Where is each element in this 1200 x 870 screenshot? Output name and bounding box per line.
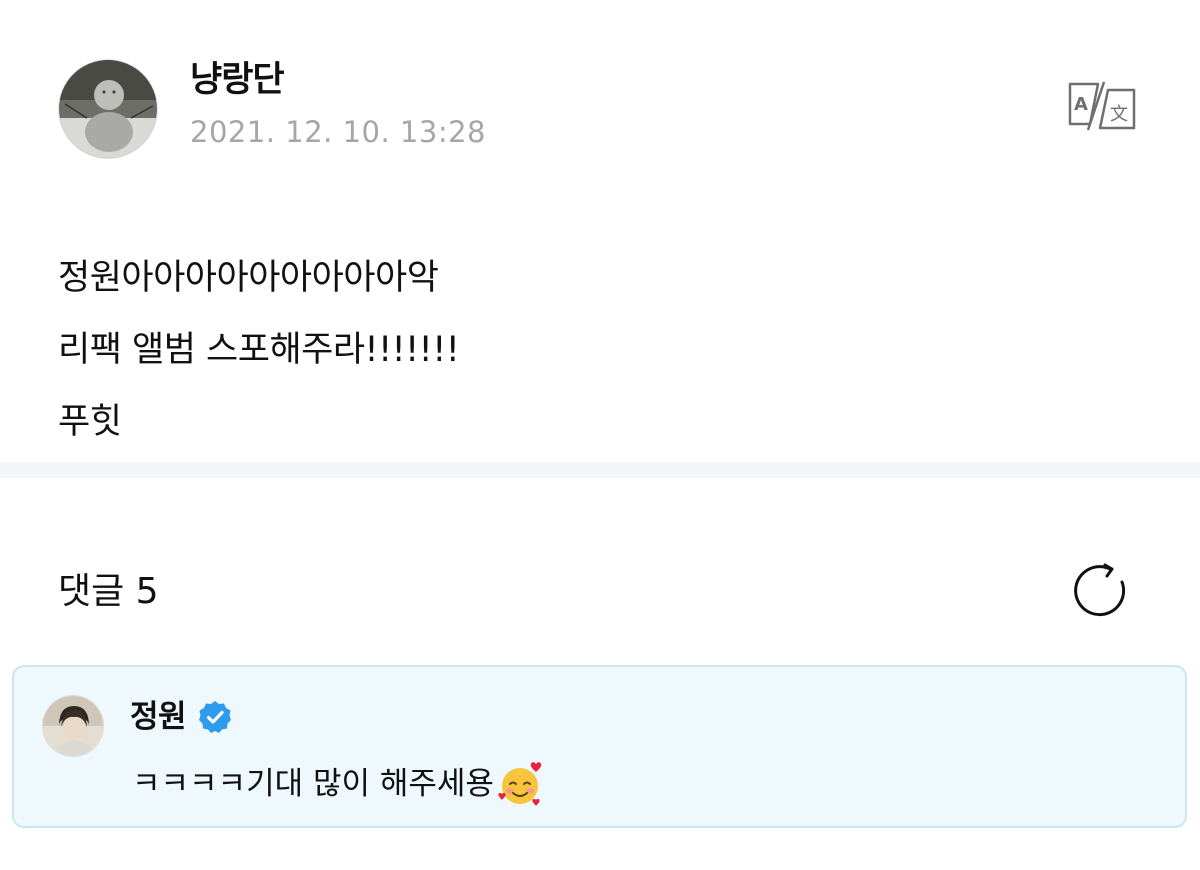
refresh-icon [1074, 563, 1126, 617]
svg-text:A: A [1074, 94, 1088, 115]
highlighted-comment[interactable]: 정원 ㅋㅋㅋㅋ기대 많이 해주세용 [12, 665, 1187, 828]
comment-author-avatar[interactable] [42, 695, 104, 757]
post-body: 정원아아아아아아아아아악 리팩 앨범 스포해주라!!!!!!! 푸힛 [58, 242, 1138, 458]
translate-button[interactable]: A 文 [1060, 80, 1142, 132]
post-body-line: 푸힛 [58, 402, 122, 442]
comment-author: 정원 [130, 695, 232, 739]
comment-author-name[interactable]: 정원 [130, 695, 187, 739]
verified-badge-icon [199, 701, 232, 733]
person-avatar-icon [43, 696, 103, 756]
author-avatar[interactable] [58, 59, 158, 159]
comments-count-header: 댓글 5 [58, 571, 159, 612]
post-timestamp: 2021. 12. 10. 13:28 [190, 115, 486, 149]
snowman-avatar-icon [59, 60, 157, 158]
translate-icon: A 文 [1068, 81, 1136, 131]
smiling-face-with-hearts-emoji-icon [498, 762, 542, 806]
comment-text-body: ㅋㅋㅋㅋ기대 많이 해주세용 [132, 766, 494, 802]
comment-text: ㅋㅋㅋㅋ기대 많이 해주세용 [132, 760, 544, 808]
post: 냥랑단 2021. 12. 10. 13:28 A 文 정원아아아아아아아아아악… [0, 0, 1200, 462]
post-body-line: 리팩 앨범 스포해주라!!!!!!! [58, 330, 460, 370]
post-author-name[interactable]: 냥랑단 [190, 58, 285, 102]
refresh-comments-button[interactable] [1070, 560, 1134, 624]
post-body-line: 정원아아아아아아아아아악 [58, 258, 439, 298]
svg-text:文: 文 [1110, 104, 1128, 125]
section-divider [0, 462, 1200, 478]
